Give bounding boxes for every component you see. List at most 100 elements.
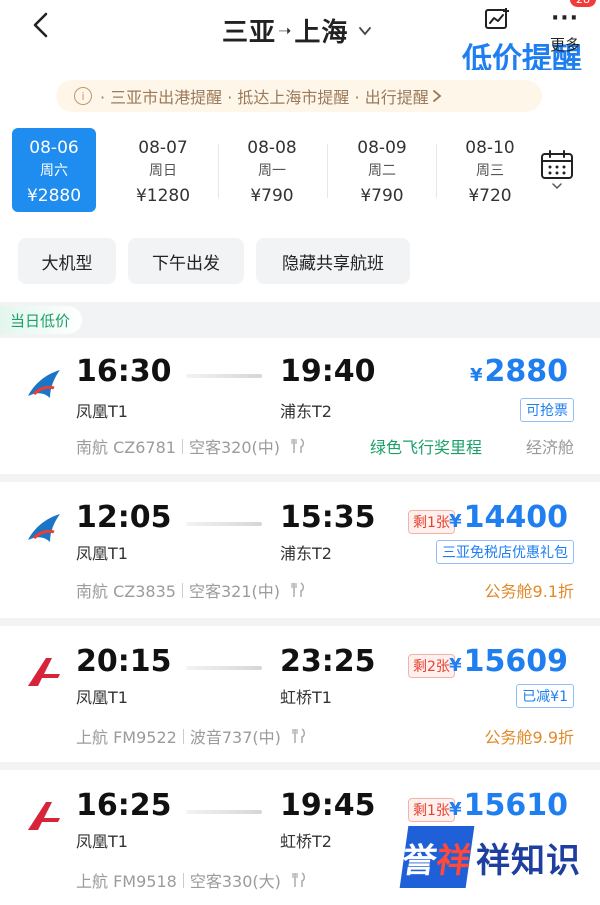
weekday-label: 周六 xyxy=(40,163,68,179)
notice-text: · 三亚市出港提醒 · 抵达上海市提醒 · 出行提醒 xyxy=(100,88,429,107)
flight-duration-line xyxy=(186,374,262,378)
departure-time: 16:25 xyxy=(76,788,172,823)
arrival-time: 23:25 xyxy=(280,644,376,679)
airline-flight-number: 上航 FM9518 xyxy=(76,872,177,891)
origin-city: 三亚 xyxy=(222,18,277,48)
weekday-label: 周一 xyxy=(258,163,286,179)
date-tab-0808[interactable]: 08-08 周一 ¥790 xyxy=(230,128,314,212)
watermark-mark: 誉祥 xyxy=(399,826,475,888)
departure-time: 16:30 xyxy=(76,354,172,389)
calendar-icon[interactable] xyxy=(540,148,574,192)
departure-time: 20:15 xyxy=(76,644,172,679)
meal-icon xyxy=(291,438,304,453)
shanghai-airlines-logo-icon xyxy=(28,802,60,830)
cabin-class: 公务舱9.1折 xyxy=(484,582,574,601)
weekday-label: 周二 xyxy=(368,163,396,179)
date-selector: 08-06 周六 ¥2880 08-07 周日 ¥1280 08-08 周一 ¥… xyxy=(0,122,600,226)
meal-icon xyxy=(291,582,304,597)
cabin-class: 经济舱 xyxy=(525,438,574,457)
meta-divider xyxy=(182,872,184,888)
meta-divider xyxy=(182,728,184,744)
departure-airport: 凤凰T1 xyxy=(76,832,128,851)
meal-icon xyxy=(292,728,305,743)
route-title[interactable]: 三亚 ➝ 上海 xyxy=(222,12,372,49)
departure-time: 12:05 xyxy=(76,500,172,535)
airline-flight-number: 上航 FM9522 xyxy=(76,728,177,747)
price-value: 15609 xyxy=(463,644,568,679)
date-divider xyxy=(218,144,219,198)
date-price: ¥790 xyxy=(250,186,294,206)
more-button[interactable]: ··· 更多 xyxy=(542,4,588,55)
notification-badge: 28 xyxy=(570,0,596,7)
date-price: ¥790 xyxy=(360,186,404,206)
destination-city: 上海 xyxy=(294,18,349,48)
watermark-text: 祥知识 xyxy=(476,840,581,881)
date-tab-0806[interactable]: 08-06 周六 ¥2880 xyxy=(12,128,96,212)
top-bar: 三亚 ➝ 上海 低价提醒 ··· 更多 28 xyxy=(0,0,600,77)
departure-airport: 凤凰T1 xyxy=(76,688,128,707)
watermark-char-b: 祥 xyxy=(433,840,474,881)
date-label: 08-07 xyxy=(138,138,188,158)
meta-divider xyxy=(181,438,183,454)
filter-chip-large-aircraft[interactable]: 大机型 xyxy=(18,238,116,284)
departure-airport: 凤凰T1 xyxy=(76,402,128,421)
date-tab-0809[interactable]: 08-09 周二 ¥790 xyxy=(340,128,424,212)
arrival-time: 15:35 xyxy=(280,500,376,535)
weekday-label: 周日 xyxy=(149,163,177,179)
cabin-class: 公务舱9.9折 xyxy=(484,728,574,747)
more-label: 更多 xyxy=(549,36,580,54)
aircraft-type: 空客320(中) xyxy=(188,438,280,457)
filter-chip-afternoon[interactable]: 下午出发 xyxy=(128,238,244,284)
flight-meta: 南航 CZ3835 空客321(中) xyxy=(76,578,306,602)
flight-meta: 上航 FM9518 空客330(大) xyxy=(76,868,307,892)
date-price: ¥2880 xyxy=(26,186,82,206)
date-tab-0807[interactable]: 08-07 周日 ¥1280 xyxy=(121,128,205,212)
price-alert-button[interactable]: 低价提醒 xyxy=(462,4,582,78)
currency-symbol: ¥ xyxy=(469,365,483,386)
date-label: 08-06 xyxy=(29,138,79,158)
date-price: ¥1280 xyxy=(135,186,191,206)
currency-symbol: ¥ xyxy=(449,799,462,820)
date-divider xyxy=(436,144,437,198)
price-value: 15610 xyxy=(463,788,568,823)
date-divider xyxy=(327,144,328,198)
seats-remaining-badge: 剩2张 xyxy=(408,654,455,678)
route-arrow-icon: ➝ xyxy=(278,21,293,40)
departure-airport: 凤凰T1 xyxy=(76,544,128,563)
seats-remaining-badge: 剩1张 xyxy=(408,798,455,822)
ticket-price: ¥14400 xyxy=(449,500,568,535)
aircraft-type: 空客321(中) xyxy=(188,582,280,601)
date-label: 08-08 xyxy=(247,138,297,158)
arrival-airport: 虹桥T1 xyxy=(280,688,332,707)
currency-symbol: ¥ xyxy=(449,655,462,676)
flight-card[interactable]: 12:05 15:35 凤凰T1 浦东T2 南航 CZ3835 空客321(中)… xyxy=(0,482,600,618)
flight-meta: 上航 FM9522 波音737(中) xyxy=(76,724,307,748)
back-arrow-icon[interactable] xyxy=(26,10,56,40)
meal-icon xyxy=(292,872,305,887)
info-icon: i xyxy=(74,87,92,105)
flight-card[interactable]: 16:30 19:40 凤凰T1 浦东T2 南航 CZ6781 空客320(中)… xyxy=(0,338,600,474)
arrival-time: 19:45 xyxy=(280,788,376,823)
notice-section: i · 三亚市出港提醒 · 抵达上海市提醒 · 出行提醒 xyxy=(0,70,600,122)
meta-divider xyxy=(181,582,183,598)
green-mileage-promo: 绿色飞行奖里程 xyxy=(370,438,483,457)
flight-duration-line xyxy=(186,666,262,670)
chevron-down-icon xyxy=(359,26,372,35)
ticket-price: ¥15610 xyxy=(449,788,568,823)
watermark-logo: 誉祥 祥知识 xyxy=(399,826,590,888)
travel-notice-banner[interactable]: i · 三亚市出港提醒 · 抵达上海市提醒 · 出行提醒 xyxy=(56,80,542,112)
price-value: 14400 xyxy=(463,500,568,535)
arrival-airport: 浦东T2 xyxy=(280,402,332,421)
filter-chip-hide-codeshare[interactable]: 隐藏共享航班 xyxy=(256,238,410,284)
aircraft-type: 波音737(中) xyxy=(189,728,281,747)
arrival-airport: 浦东T2 xyxy=(280,544,332,563)
grab-ticket-tag: 可抢票 xyxy=(520,398,574,422)
flight-card[interactable]: 20:15 23:25 凤凰T1 虹桥T1 上航 FM9522 波音737(中)… xyxy=(0,626,600,762)
aircraft-type: 空客330(大) xyxy=(189,872,281,891)
china-southern-logo-icon xyxy=(28,370,60,398)
arrival-airport: 虹桥T2 xyxy=(280,832,332,851)
china-southern-logo-icon xyxy=(28,514,60,542)
shanghai-airlines-logo-icon xyxy=(28,658,60,686)
discount-tag: 已减¥1 xyxy=(516,684,574,708)
trend-chart-icon xyxy=(485,8,509,29)
